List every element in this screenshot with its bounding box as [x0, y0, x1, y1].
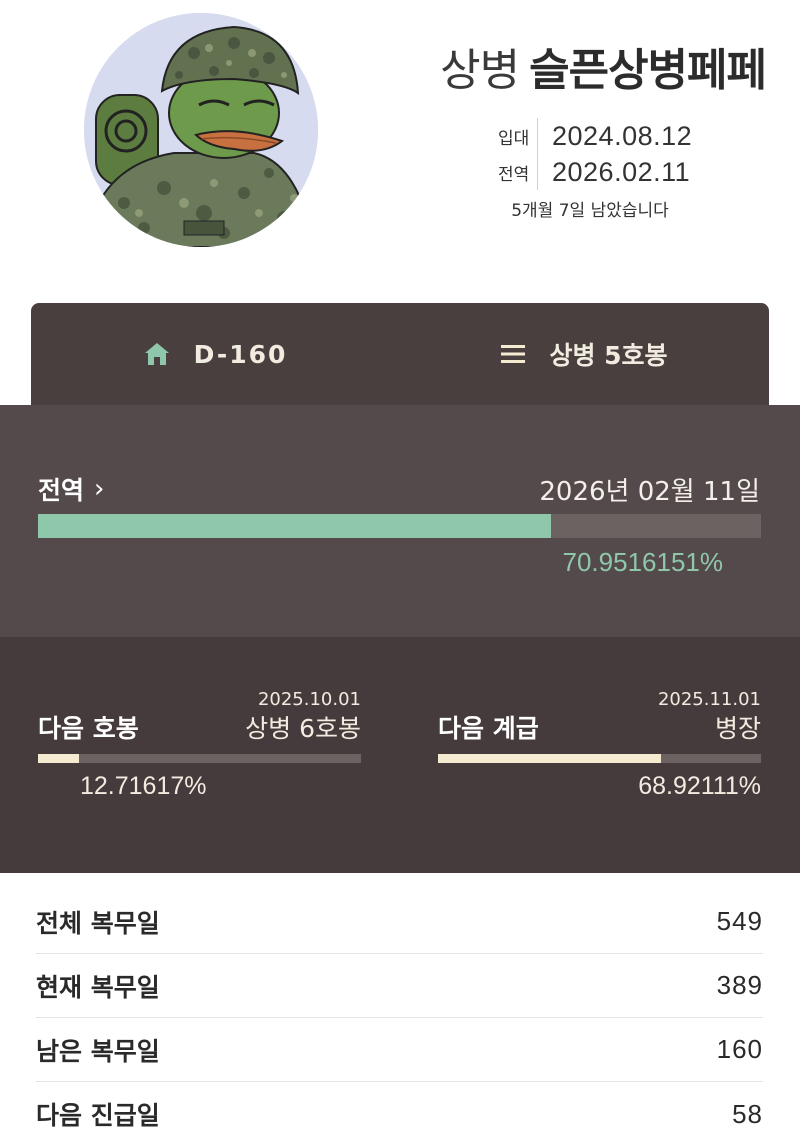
next-rank-progress-bar [438, 754, 761, 763]
home-icon [144, 342, 170, 366]
enlist-date: 2024.08.12 [552, 120, 693, 151]
discharge-row: 전역 2026.02.11 [490, 154, 720, 190]
next-step-date: 2025.10.01 [257, 689, 361, 710]
remaining-text: 5개월 7일 남았습니다 [511, 201, 669, 221]
stat-label: 전체 복무일 [36, 908, 160, 938]
service-stats-list: 전체 복무일 549 현재 복무일 389 남은 복무일 160 다음 진급일 … [36, 890, 763, 1146]
list-item: 다음 진급일 58 [36, 1082, 763, 1146]
service-dates: 입대 2024.08.12 전역 2026.02.11 [490, 118, 720, 190]
stat-value: 160 [716, 1034, 763, 1064]
tab-dday[interactable]: D-160 [31, 303, 400, 405]
stat-label: 현재 복무일 [36, 972, 160, 1002]
stat-value: 549 [716, 906, 763, 936]
next-step-progress-bar [38, 754, 361, 763]
next-rank-target: 병장 [714, 714, 761, 743]
discharge-progress-section: 전역 › 2026년 02월 11일 70.9516151% [0, 405, 800, 637]
next-progress-section: 2025.10.01 다음 호봉 상병 6호봉 12.71617% 2025.1… [0, 637, 800, 873]
stat-value: 58 [732, 1098, 763, 1129]
next-step-title: 다음 호봉 [38, 714, 139, 743]
summary-tabs: D-160 상병 5호봉 [31, 303, 769, 405]
discharge-label: 전역 [490, 154, 538, 190]
next-step-block: 2025.10.01 다음 호봉 상병 6호봉 12.71617% [38, 637, 361, 873]
stat-label: 다음 진급일 [36, 1101, 160, 1130]
avatar [84, 13, 318, 247]
discharge-percent: 70.9516151% [562, 547, 723, 577]
name-line: 상병 슬픈상병페페 [440, 34, 767, 98]
tab-rank[interactable]: 상병 5호봉 [400, 303, 769, 405]
next-step-target: 상병 6호봉 [245, 714, 361, 743]
list-item: 남은 복무일 160 [36, 1018, 763, 1082]
menu-icon [501, 344, 526, 364]
next-rank-block: 2025.11.01 다음 계급 병장 68.92111% [438, 637, 761, 873]
enlist-row: 입대 2024.08.12 [490, 118, 720, 154]
discharge-progress-fill [38, 514, 551, 538]
next-step-progress-fill [38, 754, 80, 763]
nickname-label: 슬픈상병페페 [529, 45, 767, 96]
tab-rank-label: 상병 5호봉 [549, 341, 668, 370]
chevron-right-icon: › [94, 474, 105, 504]
next-rank-percent: 68.92111% [638, 772, 761, 800]
discharge-title: 전역 [38, 476, 85, 505]
list-item: 전체 복무일 549 [36, 890, 763, 954]
discharge-progress-bar [38, 514, 761, 538]
list-item: 현재 복무일 389 [36, 954, 763, 1018]
profile-header: 상병 슬픈상병페페 입대 2024.08.12 전역 2026.02.11 5개월… [0, 0, 800, 300]
discharge-date: 2026.02.11 [552, 156, 691, 187]
discharge-link[interactable]: 전역 › [38, 471, 104, 507]
next-rank-title: 다음 계급 [438, 714, 539, 743]
next-step-percent: 12.71617% [80, 772, 207, 800]
next-rank-date: 2025.11.01 [657, 689, 761, 710]
rank-label: 상병 [440, 45, 520, 96]
soldier-frog-avatar-image [84, 13, 318, 247]
next-rank-progress-fill [438, 754, 661, 763]
stat-value: 389 [716, 970, 763, 1000]
discharge-full-date: 2026년 02월 11일 [539, 477, 760, 507]
enlist-label: 입대 [490, 118, 538, 154]
tab-dday-label: D-160 [193, 339, 288, 369]
stat-label: 남은 복무일 [36, 1036, 160, 1066]
